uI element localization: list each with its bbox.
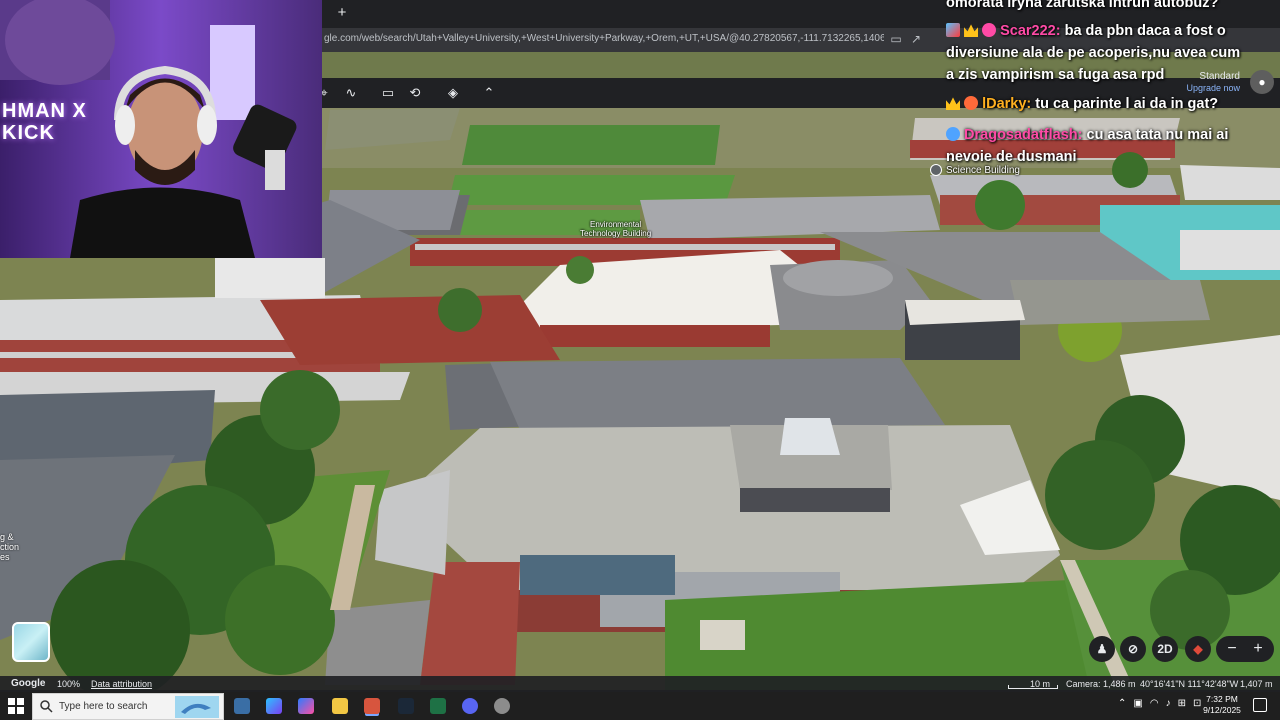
windows-start-icon[interactable] [8,698,24,714]
chat-message: omorata iryna zarutska intrun autobuz? [946,0,1219,11]
zoom-controls: − + [1216,636,1274,662]
app-icon[interactable] [298,698,314,714]
elevation: 1,407 m [1240,679,1273,689]
streamer-webcam: HMAN X KICK [0,0,322,258]
cast-icon[interactable]: ▭ [888,31,904,47]
time: 7:32 PM [1206,694,1238,704]
date: 9/12/2025 [1203,705,1241,715]
place-pin-icon [930,164,942,176]
notifications-icon[interactable] [1253,698,1267,712]
zoom-level: 100% [57,679,81,689]
compass-reset-icon[interactable]: ⊘ [1120,636,1146,662]
share-icon[interactable]: ↗ [908,31,924,47]
crown-badge-icon [964,24,979,37]
chat-message: Dragosadatflash: cu asa tata nu mai ai [946,126,1228,145]
app-tray-icon[interactable]: ▣ [1133,698,1142,709]
chat-message: Scar222: ba da pbn daca a fost o [946,22,1226,41]
google-logo: Google [11,678,46,689]
chat-overlay: omorata iryna zarutska intrun autobuz? S… [946,0,1280,170]
chevron-up-icon[interactable]: ⌃ [480,84,498,102]
webcam-overlay-text: HMAN X KICK [2,100,87,144]
coordinates: 40°16'41"N 111°42'48"W [1140,679,1239,689]
search-placeholder: Type here to search [59,701,148,712]
data-attribution-link[interactable]: Data attribution [91,679,152,689]
user-badge-icon [946,127,960,141]
search-highlight-dolphin-icon [175,696,219,718]
zoom-in-button[interactable]: + [1248,636,1268,662]
measure-tool-icon[interactable]: ▭ [379,84,397,102]
app-tray-icon[interactable]: ⊞ [1178,698,1186,709]
browser-icon[interactable] [364,698,380,714]
user-badge-icon [982,23,997,37]
sword-badge-icon [946,23,960,37]
toggle-2d-button[interactable]: 2D [1152,636,1178,662]
history-icon[interactable]: ⟲ [406,84,424,102]
url-field[interactable]: gle.com/web/search/Utah+Valley+Universit… [324,33,884,44]
clock[interactable]: 7:32 PM 9/12/2025 [1196,694,1248,716]
system-tray: ⌃ ▣ ◠ ♪ ⊞ ⊡ [1118,698,1201,709]
path-tool-icon[interactable]: ∿ [342,84,360,102]
layers-tool-icon[interactable]: ◈ [444,84,462,102]
scale-bar [1008,685,1058,689]
new-tab-button[interactable]: + [333,4,351,22]
discord-icon[interactable] [462,698,478,714]
crown-badge-icon [946,97,960,110]
copilot-icon[interactable] [266,698,282,714]
task-view-icon[interactable] [234,698,250,714]
file-explorer-icon[interactable] [332,698,348,714]
app-icon[interactable] [494,698,510,714]
zoom-out-button[interactable]: − [1222,636,1242,662]
street-view-pegman-icon[interactable]: ♟ [1089,636,1115,662]
search-icon [40,700,53,713]
chat-message: lDarky: tu ca parinte l ai da in gat? [946,95,1218,114]
chat-message: nevoie de dusmani [946,149,1077,165]
cut-off-map-label: g & ction es [0,532,20,562]
chat-message: a zis vampirism sa fuga asa rpd [946,67,1165,83]
user-badge-icon [964,96,979,110]
volume-icon[interactable]: ♪ [1166,698,1171,709]
excel-icon[interactable] [430,698,446,714]
camera-altitude: Camera: 1,486 m [1066,679,1136,689]
taskbar-search-box[interactable]: Type here to search [32,693,224,720]
wifi-icon[interactable]: ◠ [1150,698,1159,709]
screen: Environmental Technology Building Scienc… [0,0,1280,720]
steam-icon[interactable] [398,698,414,714]
environmental-building-label[interactable]: Environmental Technology Building [580,220,651,238]
chat-message: diversiune ala de pe acoperis,nu avea cu… [946,45,1241,61]
map-style-button[interactable] [12,622,50,662]
compass-icon[interactable]: ◆ [1185,636,1211,662]
chevron-up-icon[interactable]: ⌃ [1118,698,1126,709]
map-status-bar: Google 100% Data attribution 10 m Camera… [0,676,1280,692]
